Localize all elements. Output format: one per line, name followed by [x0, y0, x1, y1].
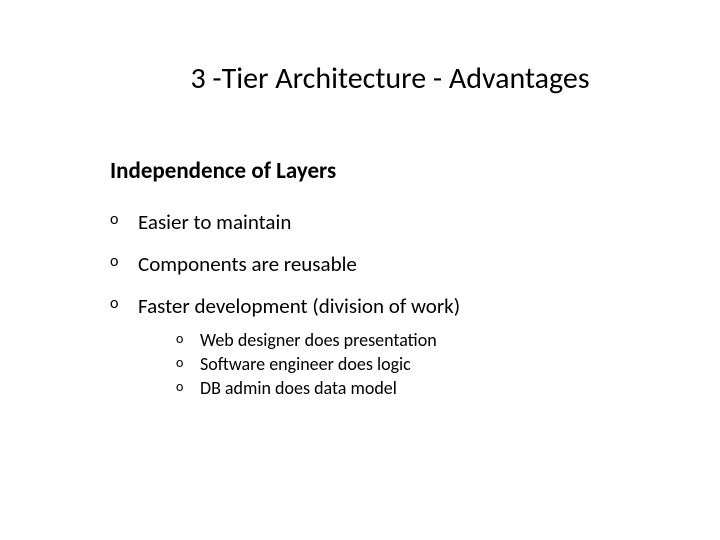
list-item: DB admin does data model [176, 377, 720, 399]
sub-bullet-list: Web designer does presentation Software … [138, 329, 720, 399]
sub-bullet-text: DB admin does data model [200, 377, 397, 399]
sub-bullet-text: Software engineer does logic [200, 353, 411, 375]
slide-subtitle: Independence of Layers [110, 157, 720, 185]
list-item: Faster development (division of work) We… [110, 293, 720, 399]
sub-bullet-text: Web designer does presentation [200, 329, 437, 351]
bullet-text: Easier to maintain [138, 209, 291, 235]
bullet-text: Components are reusable [138, 251, 357, 277]
bullet-text: Faster development (division of work) [138, 293, 460, 319]
list-item: Easier to maintain [110, 209, 720, 235]
slide-content: Independence of Layers Easier to maintai… [0, 157, 720, 399]
slide-title: 3 -Tier Architecture - Advantages [60, 60, 720, 97]
list-item: Software engineer does logic [176, 353, 720, 375]
list-item: Web designer does presentation [176, 329, 720, 351]
bullet-list: Easier to maintain Components are reusab… [110, 209, 720, 399]
list-item: Components are reusable [110, 251, 720, 277]
